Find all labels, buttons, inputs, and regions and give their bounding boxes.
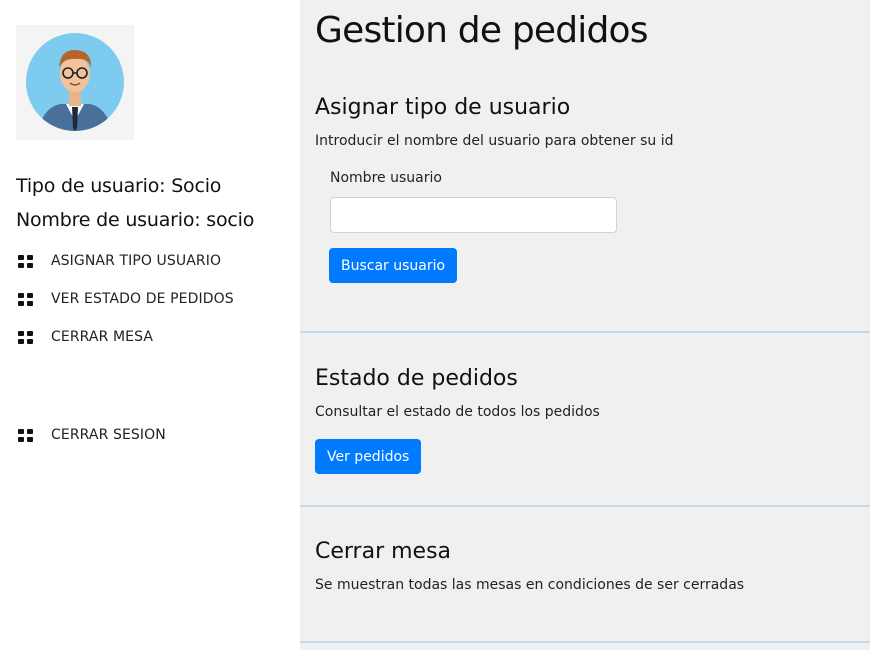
section-divider [300,331,870,333]
grid-icon [18,292,33,306]
section-title-cerrar: Cerrar mesa [315,539,452,564]
section-divider [300,641,870,643]
nav-label: CERRAR SESION [51,427,166,443]
main-content: Gestion de pedidos Asignar tipo de usuar… [300,0,870,650]
section-desc-cerrar: Se muestran todas las mesas en condicion… [315,577,745,593]
section-desc-asignar: Introducir el nombre del usuario para ob… [315,133,674,149]
user-name-label: Nombre de usuario: socio [16,209,255,231]
section-title-asignar: Asignar tipo de usuario [315,95,571,120]
nav-cerrar-sesion[interactable]: CERRAR SESION [18,424,166,446]
user-type-label: Tipo de usuario: Socio [16,175,222,197]
ver-pedidos-button[interactable]: Ver pedidos [315,439,422,474]
nombre-usuario-input[interactable] [330,197,617,233]
nav-cerrar-mesa[interactable]: CERRAR MESA [18,326,153,348]
section-title-estado: Estado de pedidos [315,366,518,391]
user-avatar-icon [26,33,124,131]
nav-label: ASIGNAR TIPO USUARIO [51,253,222,269]
nav-ver-estado-pedidos[interactable]: VER ESTADO DE PEDIDOS [18,288,234,310]
sidebar: Tipo de usuario: Socio Nombre de usuario… [0,0,300,650]
nav-label: CERRAR MESA [51,329,154,345]
grid-icon [18,330,33,344]
section-divider [300,505,870,507]
nav-asignar-tipo-usuario[interactable]: ASIGNAR TIPO USUARIO [18,250,221,272]
buscar-usuario-button[interactable]: Buscar usuario [329,248,458,283]
grid-icon [18,428,33,442]
avatar [16,25,134,140]
nav-label: VER ESTADO DE PEDIDOS [51,291,234,307]
page-title: Gestion de pedidos [315,10,649,51]
nombre-usuario-label: Nombre usuario [330,170,442,186]
section-desc-estado: Consultar el estado de todos los pedidos [315,404,600,420]
grid-icon [18,254,33,268]
